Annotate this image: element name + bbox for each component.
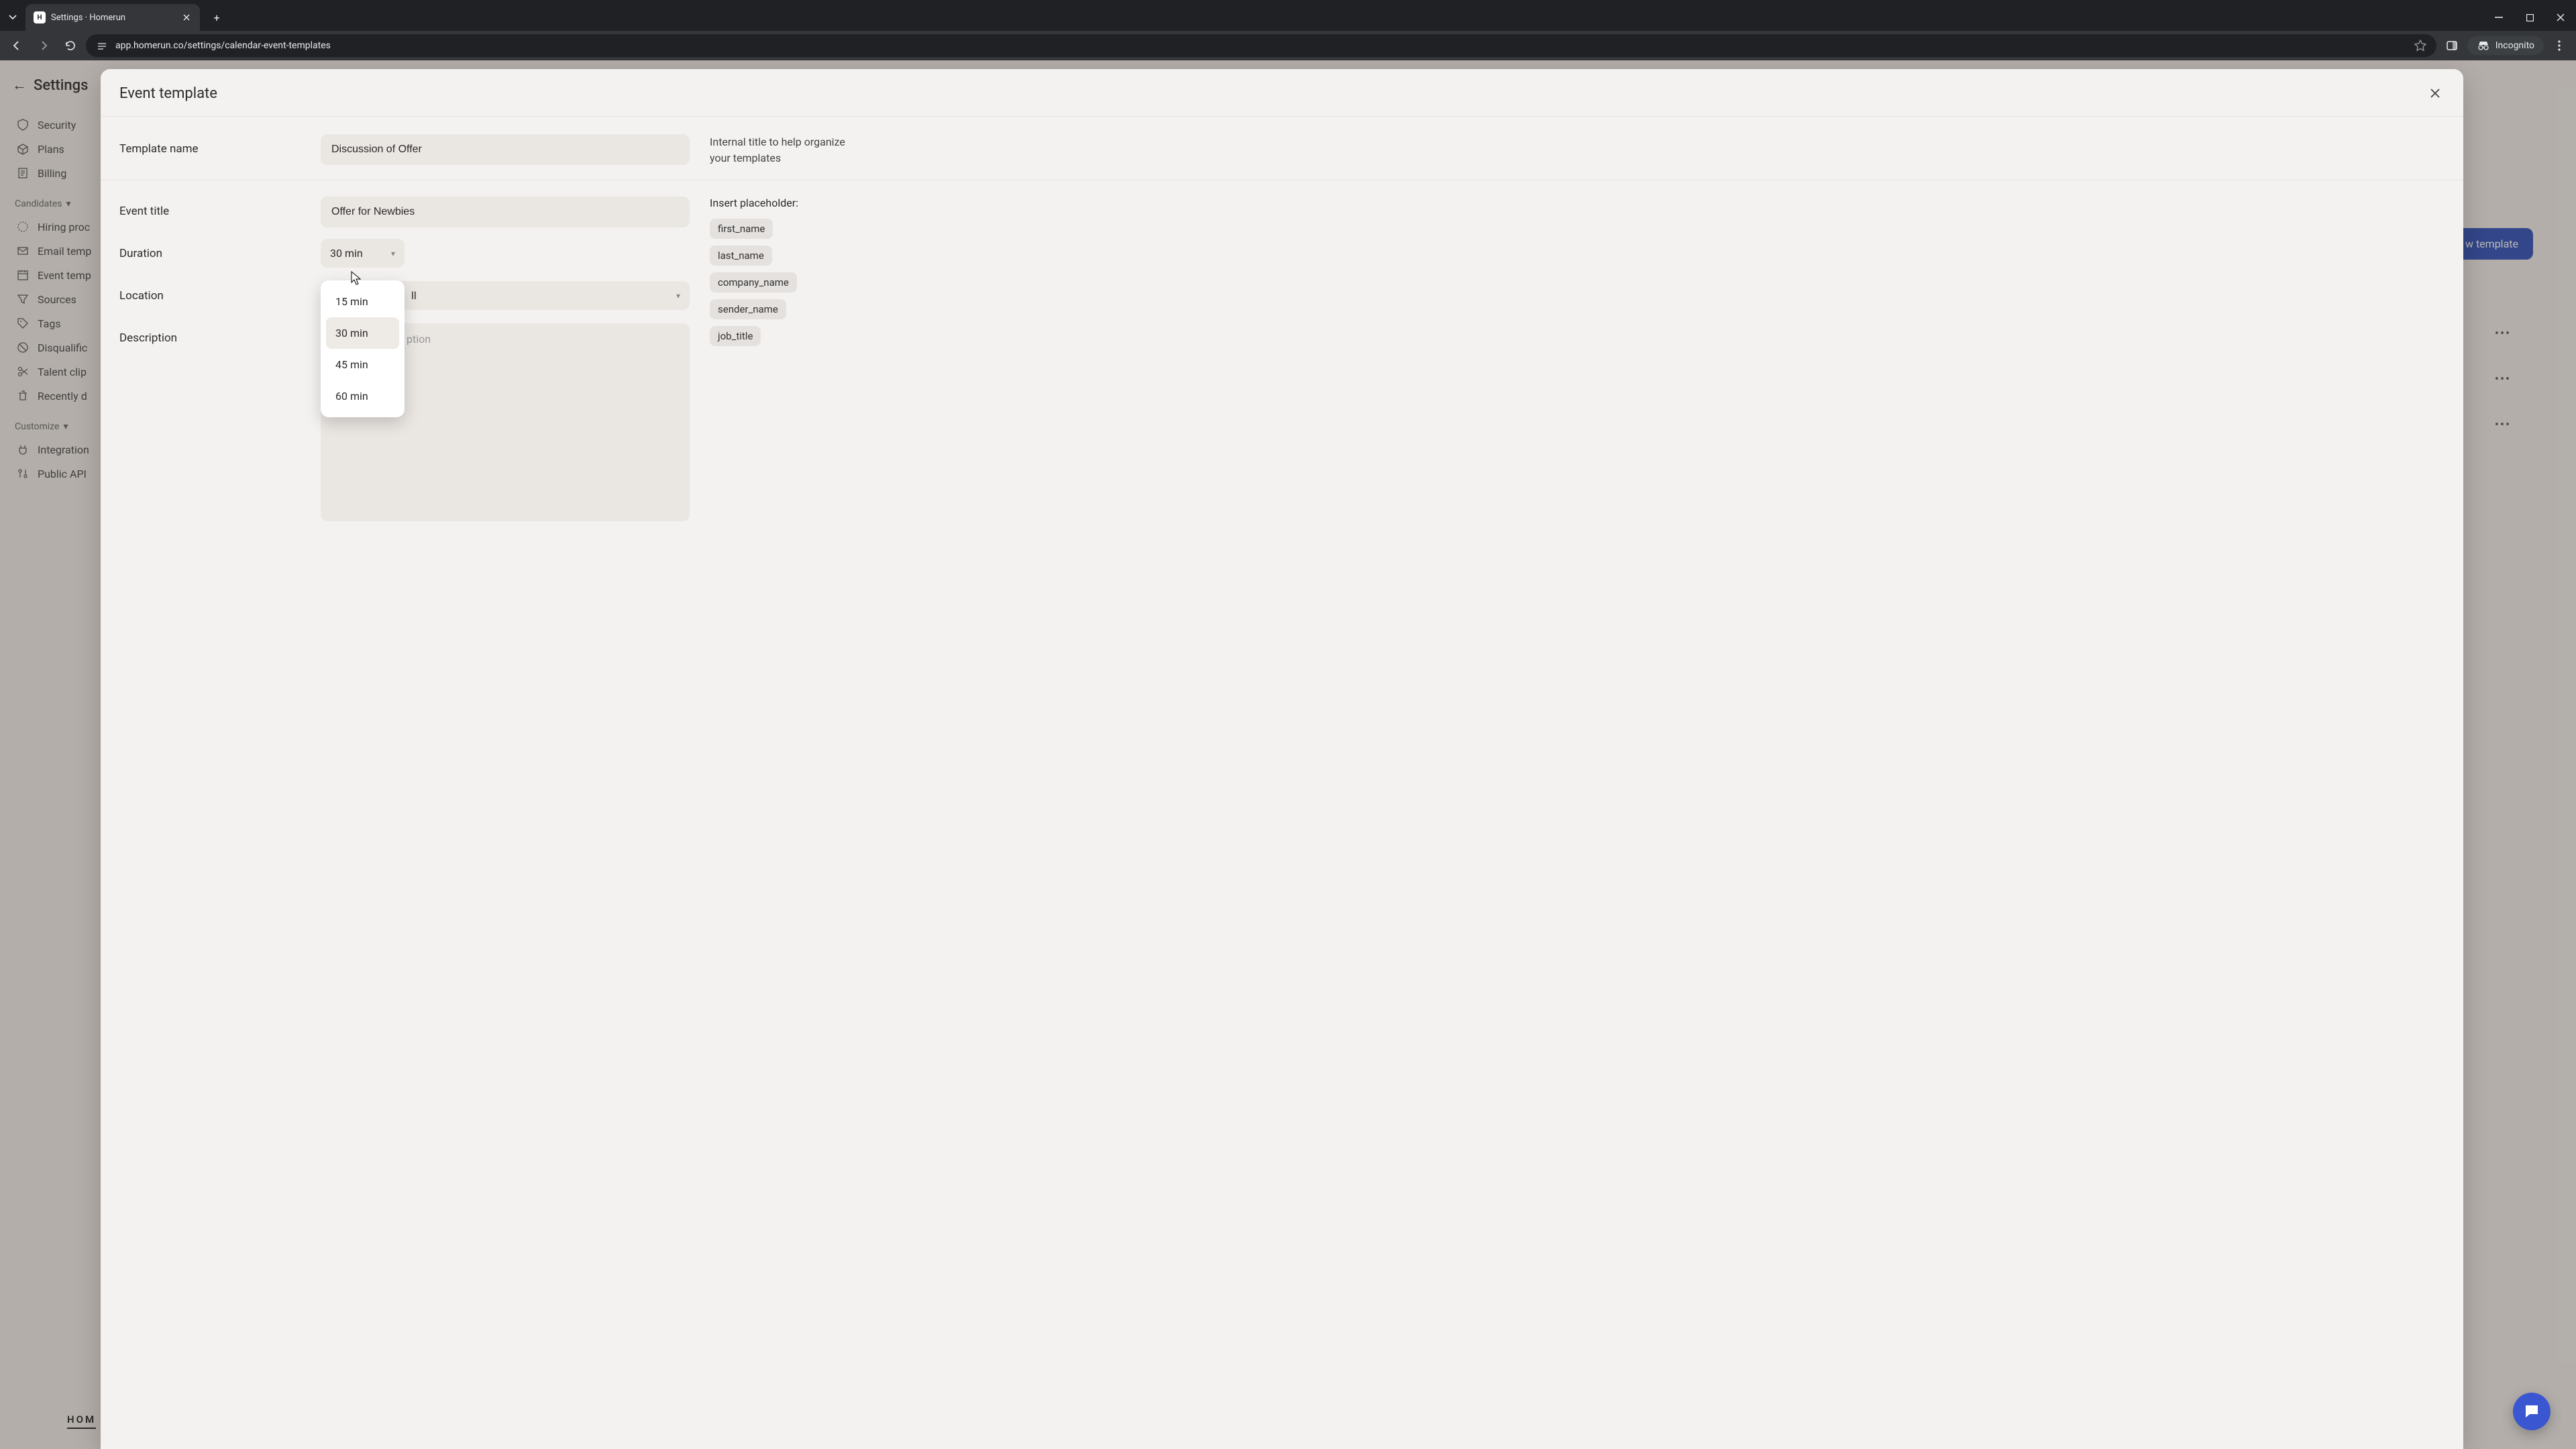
window-minimize-button[interactable] bbox=[2483, 4, 2514, 31]
placeholder-chip-job-title[interactable]: job_title bbox=[710, 326, 761, 346]
incognito-label: Incognito bbox=[2496, 40, 2534, 51]
duration-option-60[interactable]: 60 min bbox=[326, 380, 399, 412]
new-tab-button[interactable]: + bbox=[207, 7, 227, 28]
chat-support-button[interactable] bbox=[2513, 1393, 2551, 1430]
placeholder-chip-company-name[interactable]: company_name bbox=[710, 272, 797, 292]
incognito-icon bbox=[2477, 41, 2490, 50]
location-label: Location bbox=[119, 281, 301, 303]
address-bar: app.homerun.co/settings/calendar-event-t… bbox=[0, 31, 2576, 60]
duration-value: 30 min bbox=[330, 247, 363, 260]
browser-menu-icon[interactable] bbox=[2548, 34, 2571, 57]
location-value: ll bbox=[411, 289, 417, 302]
nav-forward-button[interactable] bbox=[32, 34, 55, 57]
page-content: ← Settings Security Plans Billing Candid… bbox=[0, 60, 2576, 1449]
window-close-button[interactable] bbox=[2545, 4, 2576, 31]
placeholder-chip-sender-name[interactable]: sender_name bbox=[710, 299, 786, 319]
insert-placeholder-label: Insert placeholder: bbox=[710, 197, 851, 209]
browser-tab[interactable]: H Settings · Homerun bbox=[25, 4, 200, 31]
tab-favicon: H bbox=[34, 11, 46, 23]
tab-close-icon[interactable] bbox=[181, 12, 192, 23]
description-label: Description bbox=[119, 323, 301, 345]
tab-search-dropdown[interactable] bbox=[0, 5, 25, 30]
event-template-modal: Event template Template name Internal ti… bbox=[101, 69, 2463, 1449]
incognito-indicator[interactable]: Incognito bbox=[2467, 36, 2544, 55]
duration-select[interactable]: 30 min ▾ bbox=[321, 239, 405, 268]
duration-option-30[interactable]: 30 min bbox=[326, 317, 399, 349]
duration-option-15[interactable]: 15 min bbox=[326, 286, 399, 317]
site-info-icon[interactable] bbox=[95, 39, 109, 52]
placeholder-chip-last-name[interactable]: last_name bbox=[710, 246, 772, 266]
tab-title: Settings · Homerun bbox=[51, 13, 176, 23]
window-maximize-button[interactable] bbox=[2514, 4, 2545, 31]
url-box[interactable]: app.homerun.co/settings/calendar-event-t… bbox=[86, 34, 2436, 57]
modal-title: Event template bbox=[119, 85, 217, 102]
nav-back-button[interactable] bbox=[5, 34, 28, 57]
bookmark-star-icon[interactable] bbox=[2414, 39, 2427, 52]
event-title-input[interactable] bbox=[321, 197, 690, 227]
nav-reload-button[interactable] bbox=[59, 34, 82, 57]
tab-bar: H Settings · Homerun + bbox=[0, 0, 2576, 31]
side-panel-icon[interactable] bbox=[2440, 34, 2463, 57]
duration-label: Duration bbox=[119, 239, 301, 260]
placeholder-chip-first-name[interactable]: first_name bbox=[710, 219, 773, 239]
chevron-down-icon: ▾ bbox=[391, 249, 395, 258]
duration-option-45[interactable]: 45 min bbox=[326, 349, 399, 380]
template-name-input[interactable] bbox=[321, 134, 690, 165]
template-name-label: Template name bbox=[119, 134, 301, 156]
modal-close-button[interactable] bbox=[2426, 84, 2445, 103]
url-text: app.homerun.co/settings/calendar-event-t… bbox=[115, 40, 2407, 51]
description-placeholder-fragment: ption bbox=[407, 333, 431, 345]
template-name-hint: Internal title to help organize your tem… bbox=[710, 134, 851, 166]
duration-dropdown: 15 min 30 min 45 min 60 min bbox=[321, 280, 405, 417]
chevron-down-icon: ▾ bbox=[676, 291, 680, 301]
event-title-label: Event title bbox=[119, 197, 301, 218]
